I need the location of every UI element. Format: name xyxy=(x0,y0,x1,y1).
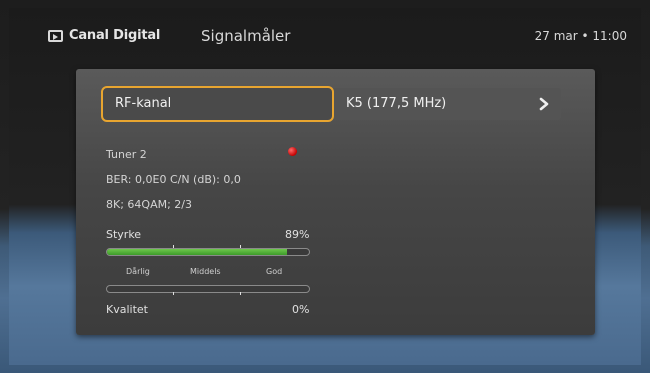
scale-label-good: God xyxy=(266,267,283,276)
ber-cn-readout: BER: 0,0E0 C/N (dB): 0,0 xyxy=(106,173,241,186)
rf-channel-label-focus[interactable]: RF-kanal xyxy=(101,86,334,122)
strength-label: Styrke xyxy=(106,228,142,241)
red-dot-icon xyxy=(288,147,297,156)
modulation-readout: 8K; 64QAM; 2/3 xyxy=(106,198,192,211)
quality-value: 0% xyxy=(292,303,310,316)
quality-tick xyxy=(173,292,174,295)
quality-tick xyxy=(240,292,241,295)
strength-tick xyxy=(173,245,174,248)
tv-play-icon xyxy=(48,29,63,42)
chevron-right-icon[interactable] xyxy=(537,97,551,111)
tuner-label: Tuner 2 xyxy=(106,148,147,161)
quality-label: Kvalitet xyxy=(106,303,148,316)
scale-label-medium: Middels xyxy=(190,267,221,276)
date-time: 27 mar • 11:00 xyxy=(534,29,627,43)
strength-bar-fill xyxy=(107,249,287,255)
rf-channel-value[interactable]: K5 (177,5 MHz) xyxy=(346,96,446,111)
strength-value: 89% xyxy=(285,228,310,241)
brand-logo: Canal Digital xyxy=(48,28,160,43)
scale-label-bad: Dårlig xyxy=(126,267,150,276)
strength-tick xyxy=(240,245,241,248)
quality-bar xyxy=(106,285,310,293)
brand-name: Canal Digital xyxy=(69,28,161,43)
strength-bar xyxy=(106,248,310,256)
rf-channel-label: RF-kanal xyxy=(115,96,172,111)
page-title: Signalmåler xyxy=(201,27,291,45)
